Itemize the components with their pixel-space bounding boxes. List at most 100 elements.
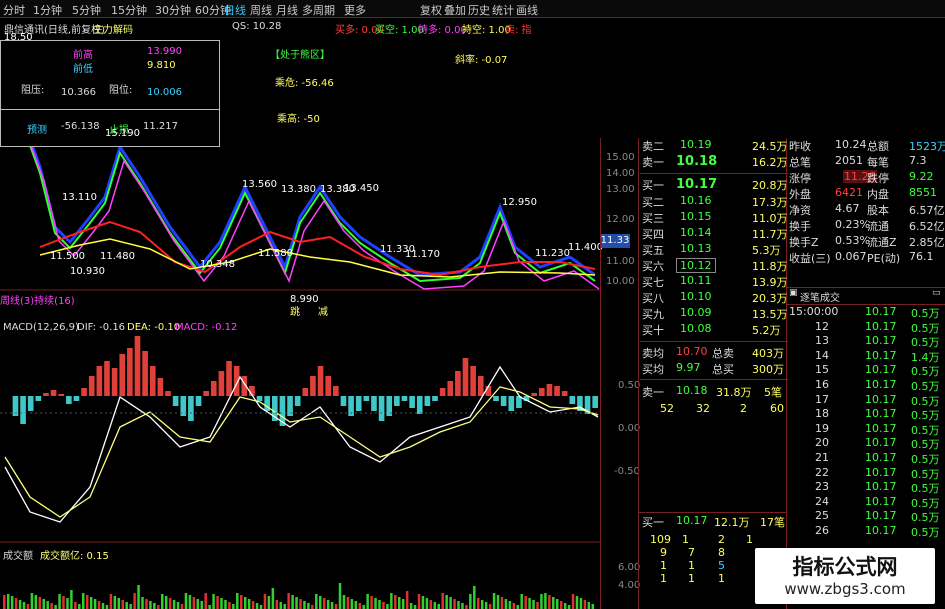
- volume-bar: [571, 594, 575, 609]
- stat-value: 0.53%: [835, 234, 870, 247]
- row-volume: 16.2万: [752, 156, 788, 169]
- tab-15min[interactable]: 15分钟: [111, 2, 147, 18]
- macd-bar: [310, 376, 316, 396]
- tab-30min[interactable]: 30分钟: [155, 2, 191, 18]
- price-label: 10.348: [200, 259, 235, 270]
- volume-bar: [188, 595, 192, 609]
- buy-one-summary[interactable]: 买一 10.17 12.1万 17笔: [640, 514, 788, 529]
- trade-row: 20 10.17 0.5万: [787, 436, 945, 451]
- tab-multi-period[interactable]: 多周期: [302, 2, 335, 18]
- volume-bar: [66, 598, 69, 609]
- macd-bar: [394, 396, 400, 406]
- macd-bar: [58, 394, 65, 396]
- trade-row: 19 10.17 0.5万: [787, 422, 945, 437]
- trade-volume: 0.5万: [911, 365, 940, 379]
- volume-bar: [172, 600, 176, 609]
- stat-label: 流通: [867, 220, 889, 233]
- volume-bar: [184, 593, 188, 609]
- btn-overlay[interactable]: 叠加: [444, 2, 466, 18]
- trade-price: 10.17: [865, 480, 897, 494]
- volume-bar: [10, 596, 14, 609]
- macd-bar: [27, 396, 34, 411]
- volume-bar: [101, 603, 105, 609]
- volume-bar: [405, 591, 409, 609]
- buy-row-6[interactable]: 买六 10.12 11.8万: [640, 258, 788, 273]
- buy-row-2[interactable]: 买二 10.16 17.3万: [640, 194, 788, 209]
- tab-daily[interactable]: 日线: [224, 2, 246, 18]
- btn-history[interactable]: 历史: [468, 2, 490, 18]
- volume-bar: [22, 602, 26, 609]
- volume-bar: [354, 601, 358, 609]
- trade-time: 25: [815, 509, 829, 523]
- trade-price: 10.17: [865, 334, 897, 348]
- buy-row-3[interactable]: 买三 10.15 11.0万: [640, 210, 788, 225]
- volume-bar: [370, 596, 373, 609]
- tab-more[interactable]: 更多: [344, 2, 366, 18]
- vol-y-tick: 4.00: [618, 580, 641, 591]
- stat-row: 换手 0.23% 流通 6.52亿: [787, 218, 945, 233]
- trade-price: 10.17: [865, 407, 897, 421]
- buy-row-9[interactable]: 买九 10.09 13.5万: [640, 306, 788, 321]
- trades-list[interactable]: 15:00:00 10.17 0.5万 12 10.17 0.5万 13 10.17 0.5万 1…: [787, 305, 945, 545]
- avg-buy-row: 买均 9.97 总买 300万: [642, 361, 784, 376]
- buy-row-4[interactable]: 买四 10.14 11.7万: [640, 226, 788, 241]
- volume-bar: [445, 595, 448, 609]
- volume-bar: [358, 603, 361, 609]
- stat-row: 净资 4.67 股本 6.57亿: [787, 202, 945, 217]
- tab-monthly[interactable]: 月线: [276, 2, 298, 18]
- label-forecast: 预测: [27, 125, 47, 136]
- trade-volume: 0.5万: [911, 496, 940, 510]
- tab-5min[interactable]: 5分钟: [72, 2, 101, 18]
- tab-fenshi[interactable]: 分时: [3, 2, 25, 18]
- macd-bar: [104, 361, 110, 396]
- macd-bar: [294, 396, 301, 406]
- btn-draw[interactable]: 画线: [516, 2, 538, 18]
- stat-value: 6421: [835, 186, 863, 199]
- sell-one-summary[interactable]: 卖一 10.18 31.8万 5笔: [640, 384, 788, 399]
- trade-volume: 0.5万: [911, 336, 940, 350]
- macd-bar: [470, 366, 476, 396]
- label-prev-high: 前高: [73, 50, 93, 61]
- macd-title: MACD(12,26,9): [3, 322, 79, 333]
- buy-row-5[interactable]: 买五 10.13 5.3万: [640, 242, 788, 257]
- stat-label: 昨收: [789, 140, 811, 153]
- buy-row-1[interactable]: 买一 10.17 20.8万: [640, 177, 788, 192]
- volume-bar: [168, 598, 172, 609]
- macd-bar: [371, 396, 377, 411]
- macd-bar: [355, 396, 362, 411]
- macd-bar: [149, 366, 156, 396]
- expand-icon[interactable]: ▭: [932, 288, 941, 298]
- volume-bar: [386, 604, 389, 609]
- volume-bar: [433, 602, 437, 609]
- volume-bar: [141, 597, 144, 609]
- trade-row: 18 10.17 0.5万: [787, 407, 945, 422]
- stat-label: 换手: [789, 220, 811, 233]
- btn-fuquan[interactable]: 复权: [420, 2, 442, 18]
- volume-bar: [109, 594, 113, 609]
- macd-dif: DIF: -0.16: [77, 322, 126, 333]
- volume-bar: [469, 594, 472, 609]
- sell-row-2[interactable]: 卖二 10.19 24.5万: [640, 138, 788, 153]
- trade-row: 25 10.17 0.5万: [787, 509, 945, 524]
- stat-value: 2051: [835, 154, 863, 167]
- tab-1min[interactable]: 1分钟: [33, 2, 62, 18]
- volume-bar: [465, 605, 468, 609]
- volume-bar: [113, 596, 117, 609]
- btn-stats[interactable]: 统计: [492, 2, 514, 18]
- volume-bar: [78, 604, 81, 609]
- buy-row-7[interactable]: 买七 10.11 13.9万: [640, 274, 788, 289]
- buy-empty: 买空: 1.00: [375, 25, 424, 36]
- buy-row-8[interactable]: 买八 10.10 20.3万: [640, 290, 788, 305]
- vol-y-tick: 6.00: [618, 562, 641, 573]
- macd-bar: [195, 396, 202, 406]
- tab-weekly[interactable]: 周线: [250, 2, 272, 18]
- stat-value: 10.24: [835, 138, 867, 151]
- trade-time: 17: [815, 392, 829, 406]
- volume-bar: [536, 602, 539, 609]
- macd-bar: [188, 396, 194, 421]
- buy-row-10[interactable]: 买十 10.08 5.2万: [640, 322, 788, 337]
- sell-row-1[interactable]: 卖一 10.18 16.2万: [640, 154, 788, 169]
- trade-row: 24 10.17 0.5万: [787, 495, 945, 510]
- volume-bar: [512, 603, 516, 609]
- trade-time: 22: [815, 465, 829, 479]
